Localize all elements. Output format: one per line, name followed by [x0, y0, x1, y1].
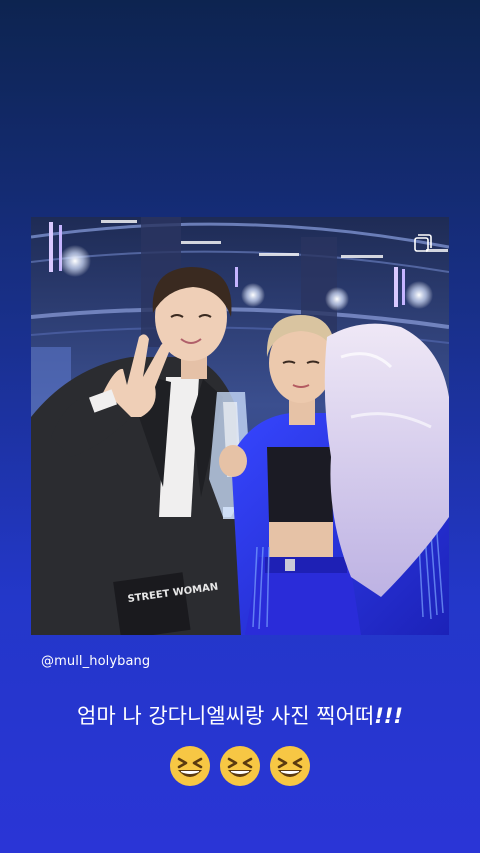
caption-exclamation: !!! — [374, 704, 403, 728]
emoji-row — [0, 744, 480, 792]
post-author-username[interactable]: @mull_holybang — [41, 654, 150, 669]
grinning-squinting-face-icon — [170, 746, 210, 786]
story-caption-text: 엄마 나 강다니엘씨랑 사진 찍어떠!!! — [0, 700, 480, 730]
grinning-squinting-face-icon — [270, 746, 310, 786]
grinning-squinting-face-icon — [220, 746, 260, 786]
multiple-photos-icon — [414, 234, 432, 252]
post-photo: STREET WOMAN — [31, 217, 449, 635]
shared-post-card[interactable]: STREET WOMAN — [31, 217, 449, 635]
caption-main-text: 엄마 나 강다니엘씨랑 사진 찍어떠 — [77, 704, 375, 728]
story-frame: STREET WOMAN @mull_holybang 엄마 나 강다니엘씨랑 … — [0, 0, 480, 853]
